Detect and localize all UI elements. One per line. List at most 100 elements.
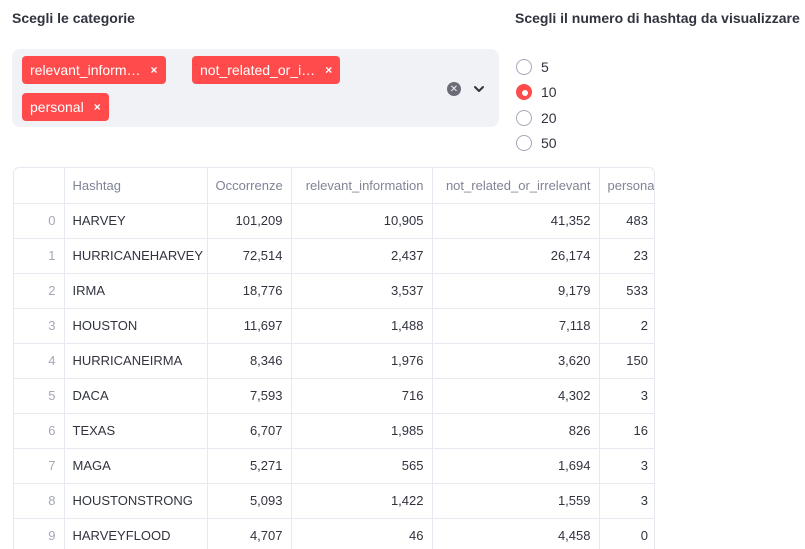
hashtag-cell: HOUSTONSTRONG: [64, 483, 208, 519]
column-header-relevant-information[interactable]: relevant_information: [291, 168, 433, 204]
not-related-cell: 4,458: [432, 518, 600, 549]
hashtag-cell: IRMA: [64, 273, 208, 309]
table-row[interactable]: 9 HARVEYFLOOD 4,707 46 4,458 0: [14, 518, 654, 549]
hashtag-cell: HOUSTON: [64, 308, 208, 344]
relevant-information-cell: 2,437: [291, 238, 433, 274]
tag-remove-icon[interactable]: ×: [325, 63, 332, 77]
hashtag-table[interactable]: Hashtag Occorrenze relevant_information …: [13, 167, 655, 549]
table-row[interactable]: 3 HOUSTON 11,697 1,488 7,118 2: [14, 308, 654, 344]
relevant-information-cell: 565: [291, 448, 433, 484]
not-related-cell: 26,174: [432, 238, 600, 274]
row-index: 7: [14, 448, 65, 484]
not-related-cell: 1,694: [432, 448, 600, 484]
tag-remove-icon[interactable]: ×: [151, 63, 158, 77]
clear-all-icon[interactable]: ✕: [447, 82, 461, 96]
personal-cell: 3: [599, 378, 654, 414]
radio-option-50[interactable]: 50: [516, 131, 557, 157]
relevant-information-cell: 3,537: [291, 273, 433, 309]
personal-cell: 3: [599, 483, 654, 519]
table-row[interactable]: 1 HURRICANEHARVEY 72,514 2,437 26,174 23: [14, 238, 654, 274]
not-related-cell: 7,118: [432, 308, 600, 344]
column-header-not-related-or-irrelevant[interactable]: not_related_or_irrelevant: [432, 168, 600, 204]
radio-option-10[interactable]: 10: [516, 80, 557, 106]
relevant-information-cell: 716: [291, 378, 433, 414]
radio-option-label: 10: [541, 84, 557, 101]
occorrenze-cell: 4,707: [207, 518, 292, 549]
occorrenze-cell: 8,346: [207, 343, 292, 379]
personal-cell: 533: [599, 273, 654, 309]
relevant-information-cell: 1,985: [291, 413, 433, 449]
row-index: 6: [14, 413, 65, 449]
table-row[interactable]: 5 DACA 7,593 716 4,302 3: [14, 378, 654, 414]
chevron-down-icon[interactable]: [472, 82, 486, 96]
table-row[interactable]: 4 HURRICANEIRMA 8,346 1,976 3,620 150: [14, 343, 654, 379]
occorrenze-cell: 101,209: [207, 203, 292, 239]
table-row[interactable]: 2 IRMA 18,776 3,537 9,179 533: [14, 273, 654, 309]
not-related-cell: 41,352: [432, 203, 600, 239]
tag-remove-icon[interactable]: ×: [94, 100, 101, 114]
occorrenze-cell: 6,707: [207, 413, 292, 449]
personal-cell: 16: [599, 413, 654, 449]
radio-option-20[interactable]: 20: [516, 105, 557, 131]
radio-option-label: 5: [541, 58, 549, 75]
tag-relevant-information: relevant_inform… ×: [22, 56, 166, 84]
column-header-index[interactable]: [14, 168, 65, 204]
radio-option-label: 20: [541, 109, 557, 126]
hashtag-cell: MAGA: [64, 448, 208, 484]
not-related-cell: 4,302: [432, 378, 600, 414]
row-index: 2: [14, 273, 65, 309]
row-index: 0: [14, 203, 65, 239]
hashtag-cell: TEXAS: [64, 413, 208, 449]
radio-option-label: 50: [541, 135, 557, 152]
tag-label: not_related_or_i…: [200, 62, 316, 78]
occorrenze-cell: 11,697: [207, 308, 292, 344]
hashtag-count-radio-group: 5 10 20 50: [516, 54, 557, 156]
personal-cell: 150: [599, 343, 654, 379]
occorrenze-cell: 7,593: [207, 378, 292, 414]
tag-personal: personal ×: [22, 93, 109, 121]
radio-option-5[interactable]: 5: [516, 54, 557, 80]
hashtag-cell: HARVEYFLOOD: [64, 518, 208, 549]
tag-not-related-or-irrelevant: not_related_or_i… ×: [192, 56, 341, 84]
hashtag-count-label: Scegli il numero di hashtag da visualizz…: [515, 10, 800, 26]
table-row[interactable]: 0 HARVEY 101,209 10,905 41,352 483: [14, 203, 654, 239]
categories-multiselect[interactable]: relevant_inform… × not_related_or_i… × p…: [12, 49, 499, 127]
occorrenze-cell: 72,514: [207, 238, 292, 274]
table-row[interactable]: 6 TEXAS 6,707 1,985 826 16: [14, 413, 654, 449]
relevant-information-cell: 46: [291, 518, 433, 549]
personal-cell: 483: [599, 203, 654, 239]
occorrenze-cell: 18,776: [207, 273, 292, 309]
radio-button[interactable]: [516, 84, 532, 101]
hashtag-cell: HARVEY: [64, 203, 208, 239]
radio-button[interactable]: [516, 135, 532, 152]
not-related-cell: 826: [432, 413, 600, 449]
not-related-cell: 1,559: [432, 483, 600, 519]
not-related-cell: 9,179: [432, 273, 600, 309]
relevant-information-cell: 1,488: [291, 308, 433, 344]
hashtag-cell: HURRICANEIRMA: [64, 343, 208, 379]
table-header-row: Hashtag Occorrenze relevant_information …: [14, 168, 654, 204]
personal-cell: 23: [599, 238, 654, 274]
occorrenze-cell: 5,093: [207, 483, 292, 519]
table-row[interactable]: 8 HOUSTONSTRONG 5,093 1,422 1,559 3: [14, 483, 654, 519]
row-index: 3: [14, 308, 65, 344]
radio-button[interactable]: [516, 58, 532, 75]
hashtag-cell: DACA: [64, 378, 208, 414]
column-header-hashtag[interactable]: Hashtag: [64, 168, 208, 204]
relevant-information-cell: 1,976: [291, 343, 433, 379]
row-index: 8: [14, 483, 65, 519]
not-related-cell: 3,620: [432, 343, 600, 379]
row-index: 1: [14, 238, 65, 274]
relevant-information-cell: 10,905: [291, 203, 433, 239]
personal-cell: 2: [599, 308, 654, 344]
row-index: 4: [14, 343, 65, 379]
radio-button[interactable]: [516, 109, 532, 126]
tag-label: relevant_inform…: [30, 62, 141, 78]
relevant-information-cell: 1,422: [291, 483, 433, 519]
personal-cell: 3: [599, 448, 654, 484]
column-header-occorrenze[interactable]: Occorrenze: [207, 168, 292, 204]
table-row[interactable]: 7 MAGA 5,271 565 1,694 3: [14, 448, 654, 484]
tag-label: personal: [30, 99, 84, 115]
occorrenze-cell: 5,271: [207, 448, 292, 484]
column-header-personal[interactable]: personal: [599, 168, 654, 204]
